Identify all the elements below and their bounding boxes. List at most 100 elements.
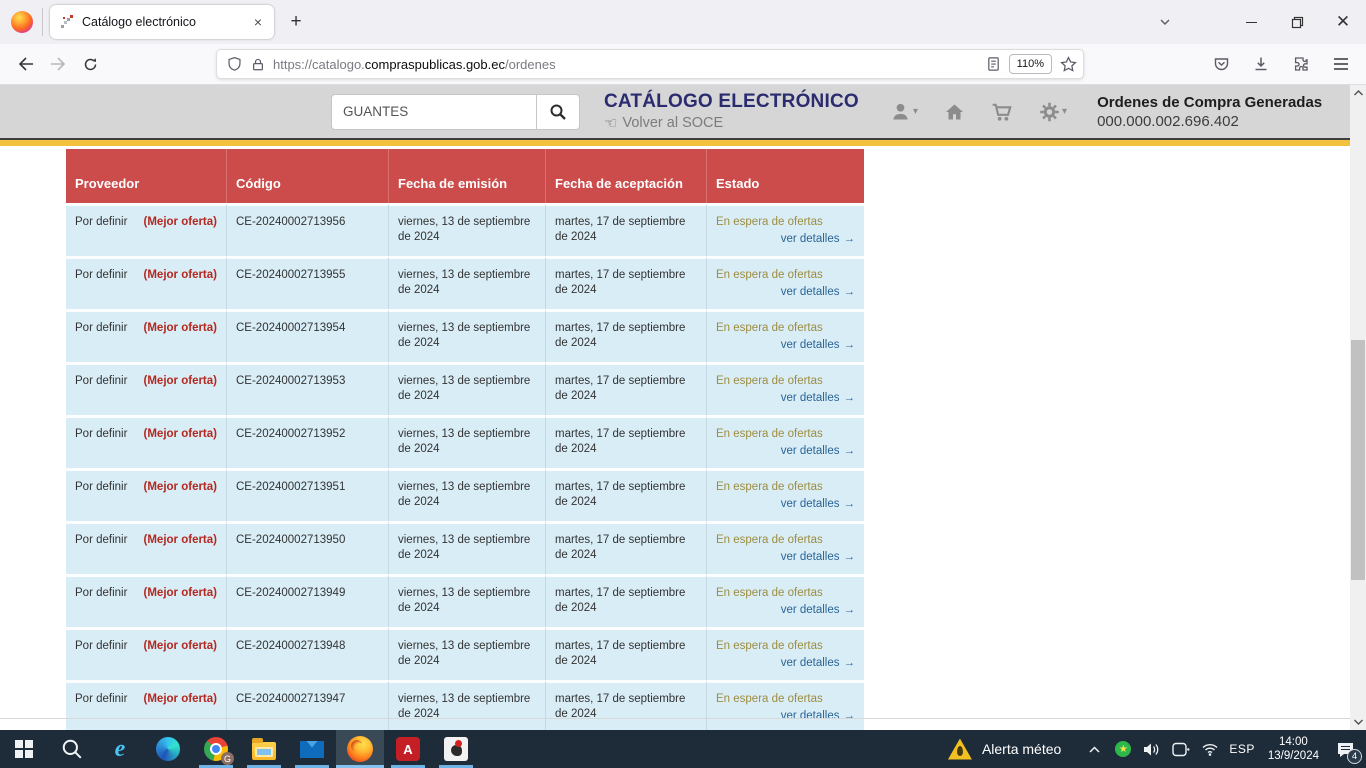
network-button[interactable] <box>1200 736 1220 762</box>
tab-close-icon[interactable]: × <box>248 12 268 32</box>
meet-now-button[interactable] <box>1171 736 1191 762</box>
weather-alert-text: Alerta méteo <box>982 741 1061 757</box>
search-button[interactable] <box>537 94 580 130</box>
arrow-right-icon: → <box>844 551 856 563</box>
ver-detalles-link[interactable]: ver detalles <box>781 286 840 298</box>
home-button[interactable] <box>944 102 965 122</box>
browser-tab[interactable]: Catálogo electrónico × <box>50 5 274 39</box>
ver-detalles-link[interactable]: ver detalles <box>781 604 840 616</box>
start-button[interactable] <box>0 730 48 768</box>
status-text: En espera de ofertas <box>716 215 855 230</box>
table-row: Por definir(Mejor oferta) CE-20240002713… <box>66 574 864 627</box>
ver-detalles-link[interactable]: ver detalles <box>781 339 840 351</box>
firefox-button[interactable] <box>336 730 384 768</box>
ver-detalles-link[interactable]: ver detalles <box>781 233 840 245</box>
issue-date: viernes, 13 de septiembre de 2024 <box>389 574 546 627</box>
warning-triangle-icon <box>948 739 972 760</box>
ver-detalles-link[interactable]: ver detalles <box>781 445 840 457</box>
provider-text: Por definir <box>75 268 127 283</box>
gear-icon <box>1039 102 1060 122</box>
table-row: Por definir(Mejor oferta) CE-20240002713… <box>66 468 864 521</box>
status-text: En espera de ofertas <box>716 639 855 654</box>
browser-navbar: https://catalogo.compraspublicas.gob.ec/… <box>0 44 1366 85</box>
browser-titlebar: Catálogo electrónico × + ✕ <box>0 0 1366 44</box>
accept-date: martes, 17 de septiembre de 2024 <box>546 574 707 627</box>
tracking-shield-icon[interactable] <box>227 56 242 72</box>
header-fecha-emision: Fecha de emisión <box>389 149 546 203</box>
account-number: 000.000.002.696.402 <box>1097 112 1322 131</box>
best-offer-text: (Mejor oferta) <box>144 427 217 442</box>
volume-button[interactable] <box>1142 736 1162 762</box>
taskbar-search-button[interactable] <box>48 730 96 768</box>
ver-detalles-link[interactable]: ver detalles <box>781 551 840 563</box>
issue-date: viernes, 13 de septiembre de 2024 <box>389 256 546 309</box>
pocket-icon[interactable] <box>1206 49 1236 79</box>
table-row: Por definir(Mejor oferta) CE-20240002713… <box>66 680 864 730</box>
accept-date: martes, 17 de septiembre de 2024 <box>546 362 707 415</box>
notification-center-button[interactable]: 4 <box>1332 736 1358 762</box>
cart-button[interactable] <box>991 102 1013 122</box>
language-indicator[interactable]: ESP <box>1229 742 1255 756</box>
status-text: En espera de ofertas <box>716 480 855 495</box>
acrobat-button[interactable]: A <box>384 730 432 768</box>
forward-button[interactable] <box>42 49 74 79</box>
minimize-button[interactable] <box>1228 0 1274 44</box>
user-menu-button[interactable]: ▾ <box>890 102 918 122</box>
ver-detalles-link[interactable]: ver detalles <box>781 392 840 404</box>
app-button[interactable] <box>432 730 480 768</box>
provider-text: Por definir <box>75 480 127 495</box>
file-explorer-button[interactable] <box>240 730 288 768</box>
scroll-up-arrow[interactable] <box>1350 85 1366 101</box>
url-bar[interactable]: https://catalogo.compraspublicas.gob.ec/… <box>216 49 1084 79</box>
back-button[interactable] <box>10 49 42 79</box>
provider-text: Por definir <box>75 692 127 707</box>
chrome-button[interactable]: G <box>192 730 240 768</box>
page-scrollbar[interactable] <box>1350 85 1366 730</box>
bookmark-star-icon[interactable] <box>1060 56 1077 73</box>
ver-detalles-link[interactable]: ver detalles <box>781 657 840 669</box>
chrome-profile-badge: G <box>221 752 234 765</box>
accept-date: martes, 17 de septiembre de 2024 <box>546 627 707 680</box>
scroll-down-arrow[interactable] <box>1350 714 1366 730</box>
list-all-tabs-button[interactable] <box>1142 0 1188 44</box>
antivirus-tray-button[interactable]: ★ <box>1113 736 1133 762</box>
best-offer-text: (Mejor oferta) <box>144 692 217 707</box>
order-code: CE-20240002713949 <box>227 574 389 627</box>
account-title: Ordenes de Compra Generadas <box>1097 93 1322 112</box>
taskbar-search-icon <box>61 738 83 760</box>
mail-button[interactable] <box>288 730 336 768</box>
close-window-button[interactable]: ✕ <box>1320 0 1366 44</box>
weather-alert-widget[interactable]: Alerta méteo <box>948 739 1061 760</box>
downloads-icon[interactable] <box>1246 49 1276 79</box>
header-proveedor: Proveedor <box>66 149 227 203</box>
lock-icon[interactable] <box>251 57 265 72</box>
user-icon <box>890 102 911 122</box>
zoom-level-indicator[interactable]: 110% <box>1009 54 1052 74</box>
provider-text: Por definir <box>75 427 127 442</box>
reload-button[interactable] <box>74 49 106 79</box>
new-tab-button[interactable]: + <box>281 7 311 37</box>
provider-text: Por definir <box>75 321 127 336</box>
wifi-icon <box>1201 742 1219 756</box>
accept-date: martes, 17 de septiembre de 2024 <box>546 680 707 730</box>
extensions-puzzle-icon[interactable] <box>1286 49 1316 79</box>
search-input[interactable] <box>331 94 537 130</box>
back-to-soce-link[interactable]: ☜ Volver al SOCE <box>604 114 854 132</box>
restore-button[interactable] <box>1274 0 1320 44</box>
firefox-logo-icon <box>11 11 33 33</box>
menu-hamburger-icon[interactable] <box>1326 49 1356 79</box>
scrollbar-thumb[interactable] <box>1351 340 1365 580</box>
clock-time: 14:00 <box>1268 735 1319 749</box>
internet-explorer-button[interactable]: e <box>96 730 144 768</box>
edge-button[interactable] <box>144 730 192 768</box>
issue-date: viernes, 13 de septiembre de 2024 <box>389 627 546 680</box>
issue-date: viernes, 13 de septiembre de 2024 <box>389 415 546 468</box>
tray-expand-button[interactable] <box>1084 736 1104 762</box>
ver-detalles-link[interactable]: ver detalles <box>781 498 840 510</box>
reader-view-icon[interactable] <box>986 56 1001 72</box>
site-header: CATÁLOGO ELECTRÓNICO ☜ Volver al SOCE ▾ <box>0 85 1350 140</box>
settings-menu-button[interactable]: ▾ <box>1039 102 1067 122</box>
ver-detalles-link[interactable]: ver detalles <box>781 710 840 722</box>
clock-widget[interactable]: 14:00 13/9/2024 <box>1264 735 1323 763</box>
order-code: CE-20240002713953 <box>227 362 389 415</box>
